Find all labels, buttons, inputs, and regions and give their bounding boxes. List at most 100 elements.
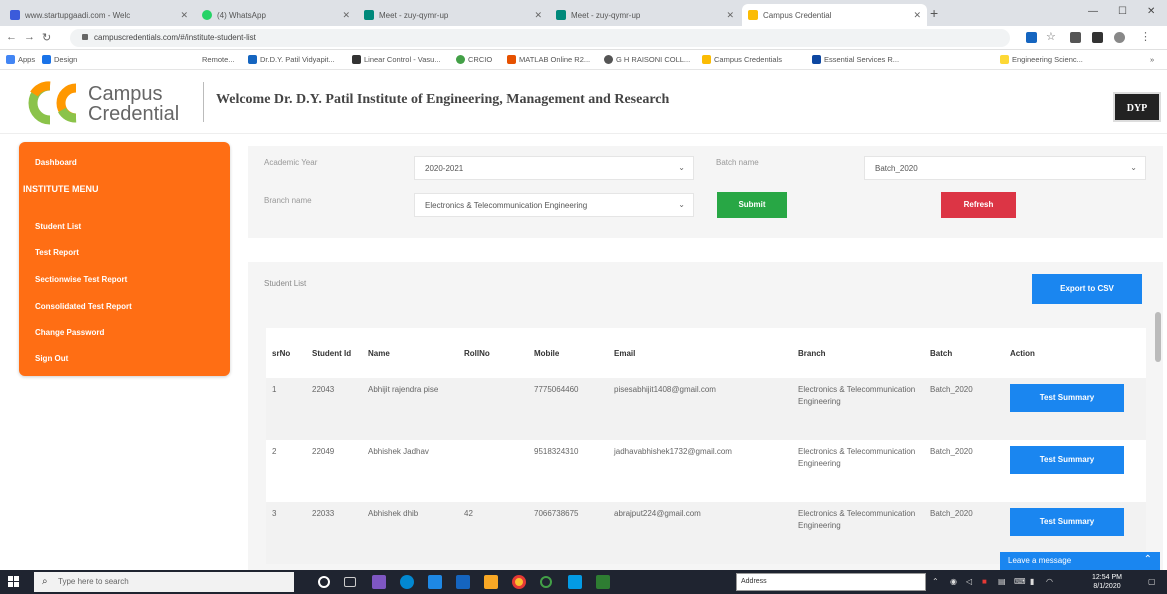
cell-roll-no: [458, 378, 528, 440]
bookmark-item[interactable]: G H RAISONI COLL...: [604, 55, 690, 64]
cell-email: pisesabhijit1408@gmail.com: [608, 378, 792, 440]
student-table: srNo Student Id Name RollNo Mobile Email…: [266, 328, 1146, 564]
task-view-icon[interactable]: [344, 577, 356, 587]
sidebar-item-consolidated-test-report[interactable]: Consolidated Test Report: [35, 302, 132, 311]
sidebar-item-sign-out[interactable]: Sign Out: [35, 354, 68, 363]
bookmark-label: Linear Control - Vasu...: [364, 55, 441, 64]
menu-dots-icon[interactable]: ⋮: [1140, 30, 1151, 43]
taskbar-address-field[interactable]: Address: [736, 573, 926, 591]
column-header: RollNo: [458, 328, 528, 378]
close-window-icon[interactable]: ✕: [1147, 6, 1155, 17]
taskbar-clock[interactable]: 12:54 PM 8/1/2020: [1092, 573, 1122, 591]
extension-icon[interactable]: [1026, 32, 1037, 43]
network-icon[interactable]: ◉: [950, 577, 957, 586]
app-icon[interactable]: [428, 575, 442, 589]
test-summary-button[interactable]: Test Summary: [1010, 446, 1124, 474]
branch-name-select[interactable]: Electronics & Telecommunication Engineer…: [414, 193, 694, 217]
close-icon[interactable]: ✕: [913, 10, 921, 21]
chevron-up-icon: ⌃: [1143, 554, 1152, 565]
chat-label: Leave a message: [1008, 556, 1072, 565]
maximize-icon[interactable]: ☐: [1118, 6, 1127, 17]
bookmark-favicon-icon: [248, 55, 257, 64]
sidebar-item-change-password[interactable]: Change Password: [35, 328, 104, 337]
campus-credential-logo[interactable]: Campus Credential: [20, 78, 200, 128]
bookmark-item[interactable]: Campus Credentials: [702, 55, 782, 64]
tab-label: Meet - zuy-qymr-up: [379, 10, 449, 20]
sidebar-item-student-list[interactable]: Student List: [35, 222, 81, 231]
bookmark-item[interactable]: Engineering Scienc...: [1000, 55, 1083, 64]
export-csv-button[interactable]: Export to CSV: [1032, 274, 1142, 304]
leave-message-widget[interactable]: Leave a message ⌃: [1000, 552, 1160, 570]
sidebar-item-sectionwise-test-report[interactable]: Sectionwise Test Report: [35, 275, 127, 284]
apps-grid-icon: [6, 55, 15, 64]
cell-student-id: 22033: [306, 502, 362, 564]
bookmark-item[interactable]: MATLAB Online R2...: [507, 55, 590, 64]
edge-browser-icon[interactable]: [400, 575, 414, 589]
sidebar-item-test-report[interactable]: Test Report: [35, 248, 79, 257]
test-summary-button[interactable]: Test Summary: [1010, 508, 1124, 536]
back-arrow-icon[interactable]: ←: [6, 31, 17, 43]
antivirus-icon[interactable]: ■: [982, 577, 987, 586]
browser-tab[interactable]: (4) WhatsApp ✕: [196, 4, 356, 26]
cell-student-id: 22043: [306, 378, 362, 440]
branch-name-value: Electronics & Telecommunication Engineer…: [425, 201, 588, 210]
bookmark-item[interactable]: Linear Control - Vasu...: [352, 55, 441, 64]
minimize-icon[interactable]: —: [1088, 6, 1098, 17]
browser-tab[interactable]: Meet - zuy-qymr-up ✕: [550, 4, 740, 26]
close-icon[interactable]: ✕: [342, 10, 350, 21]
app-icon[interactable]: [568, 575, 582, 589]
wifi-icon[interactable]: ◠: [1046, 577, 1053, 586]
app-icon[interactable]: [540, 576, 552, 588]
browser-tab[interactable]: www.startupgaadi.com - Welc ✕: [4, 4, 194, 26]
taskbar-search-input[interactable]: ⌕ Type here to search: [34, 572, 294, 592]
search-icon: ⌕: [42, 576, 48, 587]
bookmark-item[interactable]: CRCIO: [456, 55, 492, 64]
submit-button[interactable]: Submit: [717, 192, 787, 218]
close-icon[interactable]: ✕: [726, 10, 734, 21]
excel-icon[interactable]: [596, 575, 610, 589]
tab-favicon-icon: [748, 10, 758, 20]
test-summary-button[interactable]: Test Summary: [1010, 384, 1124, 412]
tab-label: www.startupgaadi.com - Welc: [25, 10, 131, 20]
keyboard-icon[interactable]: ⌨: [1014, 577, 1026, 586]
bookmark-item[interactable]: Dr.D.Y. Patil Vidyapit...: [248, 55, 335, 64]
column-header: Action: [1004, 328, 1146, 378]
profile-avatar-icon[interactable]: [1114, 32, 1125, 43]
extension-icon[interactable]: [1092, 32, 1103, 43]
browser-tab-active[interactable]: Campus Credential ✕: [742, 4, 927, 26]
volume-icon[interactable]: ◁: [966, 577, 972, 586]
bookmark-label: Essential Services R...: [824, 55, 900, 64]
extension-icon[interactable]: [1070, 32, 1081, 43]
file-explorer-icon[interactable]: [484, 575, 498, 589]
battery-icon[interactable]: ▮: [1030, 577, 1034, 586]
bookmark-item[interactable]: Essential Services R...: [812, 55, 899, 64]
windows-start-icon[interactable]: [8, 576, 20, 588]
bookmark-item[interactable]: Remote...: [202, 55, 235, 64]
notifications-icon[interactable]: ▢: [1148, 577, 1156, 586]
academic-year-select[interactable]: 2020-2021 ⌄: [414, 156, 694, 180]
star-icon[interactable]: ☆: [1046, 30, 1056, 43]
cortana-icon[interactable]: [318, 576, 330, 588]
batch-name-select[interactable]: Batch_2020 ⌄: [864, 156, 1146, 180]
mail-icon[interactable]: [456, 575, 470, 589]
close-icon[interactable]: ✕: [180, 10, 188, 21]
vertical-scrollbar[interactable]: [1155, 312, 1161, 362]
tray-overflow-icon[interactable]: ⌃: [932, 577, 939, 586]
bookmark-item[interactable]: Design: [42, 55, 77, 64]
close-icon[interactable]: ✕: [534, 10, 542, 21]
chrome-icon[interactable]: [512, 575, 526, 589]
url-text: campuscredentials.com/#/institute-studen…: [94, 33, 256, 42]
browser-tab[interactable]: Meet - zuy-qymr-up ✕: [358, 4, 548, 26]
sidebar-item-dashboard[interactable]: Dashboard: [35, 158, 77, 167]
url-field[interactable]: campuscredentials.com/#/institute-studen…: [70, 29, 1010, 47]
bookmarks-overflow-icon[interactable]: »: [1150, 55, 1154, 64]
reload-icon[interactable]: ↻: [42, 31, 51, 44]
forward-arrow-icon[interactable]: →: [24, 31, 35, 43]
student-list-header: Student List Export to CSV: [248, 262, 1163, 310]
app-icon[interactable]: [372, 575, 386, 589]
bookmark-item[interactable]: Apps: [6, 55, 35, 64]
bookmark-label: Apps: [18, 55, 36, 64]
language-icon[interactable]: ▤: [998, 577, 1006, 586]
new-tab-plus-icon[interactable]: +: [930, 5, 938, 21]
refresh-button[interactable]: Refresh: [941, 192, 1016, 218]
